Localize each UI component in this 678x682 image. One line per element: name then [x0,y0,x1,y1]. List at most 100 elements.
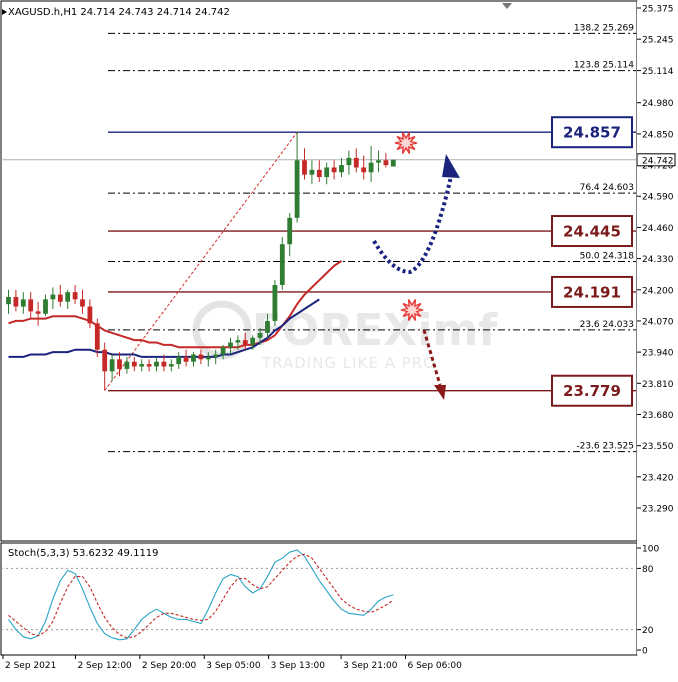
candle-body [20,299,26,307]
watermark-brand: FOREXimf [252,305,498,356]
candle-body [65,292,71,302]
candle-body [161,361,167,367]
candle-body [43,299,48,314]
price-axis-tick-label: 25.114 [642,67,674,77]
candle-body [242,340,248,345]
price-axis-tick-label: 24.200 [642,286,674,296]
fib-level-label: 23.6 24.033 [580,320,634,330]
candle-body [213,354,219,357]
stoch-header: Stoch(5,3,3) 53.6232 49.1119 [8,548,159,559]
price-axis-tick-label: 25.245 [642,36,674,46]
candle-body [87,306,93,324]
price-axis-tick-label: 23.420 [642,473,674,483]
key-level-label: 24.857 [563,124,621,142]
candle-body [80,299,85,307]
fib-level-label: 138.2 25.269 [574,23,634,33]
candle-body [183,356,189,362]
candle-body [146,364,152,367]
fib-level-label: -23.6 23.525 [576,442,634,452]
candle-body [94,323,100,350]
chart-canvas[interactable]: FOREXimf TRADING LIKE A PRO 138.2 25.269… [0,0,678,678]
time-axis: 2 Sep 2021 2 Sep 12:00 2 Sep 20:00 3 Sep 05… [2,655,463,671]
main-chart-frame [0,0,638,542]
candle-body [6,296,11,305]
candle-body [139,364,145,367]
candle-body [383,160,389,166]
candle-body [265,320,270,333]
price-axis-tick-label: 24.850 [642,130,674,140]
candle-body [28,299,34,312]
candle-body [13,296,19,307]
time-axis-label: 3 Sep 05:00 [206,661,261,671]
candle-body [57,294,63,302]
candle-body [168,364,174,367]
price-axis-tick-label: 25.375 [642,5,674,15]
price-axis-tick-label: 23.290 [642,505,674,515]
time-axis-label: 2 Sep 12:00 [77,661,132,671]
time-axis-label: 3 Sep 21:00 [343,661,398,671]
candle-body [294,160,300,218]
price-axis-tick-label: 23.680 [642,411,674,421]
candle-body [35,311,41,314]
time-axis-label: 6 Sep 06:00 [408,661,463,671]
candle-body [176,356,182,365]
time-axis-label: 3 Sep 13:00 [271,661,326,671]
price-axis-tick-label: 24.070 [642,317,674,327]
candle-body [390,159,396,167]
candle-body [287,217,293,245]
price-axis-tick-label: 24.330 [642,255,674,265]
key-level-label: 24.445 [563,223,621,241]
candle-body [109,359,115,372]
candle-body [324,167,330,178]
watermark-tagline: TRADING LIKE A PRO [261,354,436,372]
price-axis-tick-label: 24.980 [642,99,674,109]
stoch-axis-tick-label: 0 [642,647,648,657]
candle-body [124,361,130,369]
candle-body [257,332,263,338]
candle-body [279,244,285,285]
candle-body [235,340,241,343]
chart-header: XAGUSD.h,H1 24.714 24.743 24.714 24.742 [8,7,230,18]
candle-body [198,354,204,360]
candle-body [250,337,256,345]
price-axis-tick-label: 24.590 [642,193,674,203]
candle-body [339,165,344,173]
candle-body [117,359,122,369]
candle-body [72,292,78,300]
time-axis-label: 2 Sep 2021 [5,661,56,671]
stoch-axis-tick-label: 20 [642,626,654,636]
fib-level-label: 76.4 24.603 [580,183,634,193]
stoch-axis-tick-label: 80 [642,565,654,575]
key-level-label: 23.779 [563,382,621,400]
price-axis-tick-label: 23.940 [642,349,674,359]
candle-body [331,167,337,173]
candle-body [220,347,226,355]
candle-body [191,354,196,362]
price-axis-tick-label: 24.460 [642,224,674,234]
candle-body [50,294,56,300]
candle-body [361,167,367,173]
candle-body [131,361,137,367]
candle-body [376,160,381,163]
stoch-panel-frame [0,542,638,656]
candle-body [272,284,278,321]
trading-chart-window: FOREXimf TRADING LIKE A PRO 138.2 25.269… [0,0,678,678]
candle-body [302,160,307,175]
key-level-label: 24.191 [563,283,621,301]
candle-body [368,162,374,173]
candle-body [205,356,211,360]
candle-body [228,342,233,348]
candle-body [346,157,352,166]
candle-body [102,349,108,372]
candle-body [154,361,159,367]
price-axis-tick-label: 23.810 [642,380,674,390]
price-axis-tick-label: 23.550 [642,442,674,452]
candle-body [316,169,322,178]
candle-body [309,169,315,175]
time-axis-label: 2 Sep 20:00 [142,661,197,671]
candle-body [353,157,359,168]
fib-level-label: 50.0 24.318 [580,251,635,261]
current-price-label: 24.742 [642,156,674,166]
stoch-axis-tick-label: 100 [642,545,659,555]
fib-level-label: 123.8 25.114 [574,61,634,71]
